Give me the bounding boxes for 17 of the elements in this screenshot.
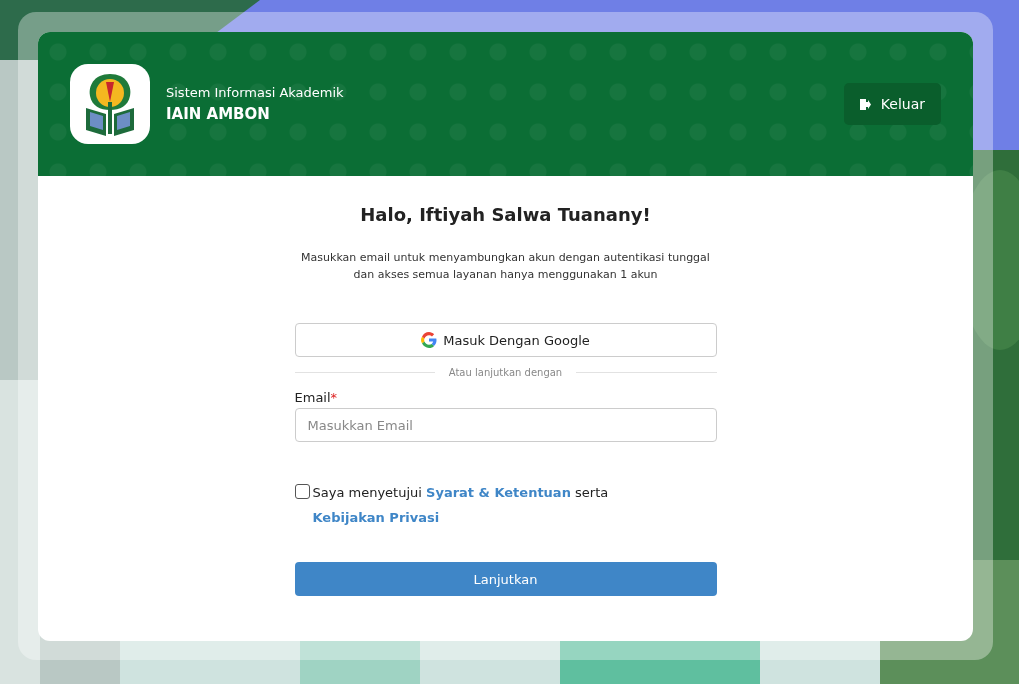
app-subtitle: Sistem Informasi Akademik — [166, 85, 345, 100]
terms-link[interactable]: Kebijakan Privasi — [312, 510, 440, 525]
google-icon — [421, 332, 438, 348]
logout-button[interactable]: Keluar — [843, 83, 941, 125]
greeting-heading: Halo, Iftiyah Salwa Tuanany! — [360, 204, 651, 225]
email-label: Email — [294, 390, 331, 405]
continue-button[interactable]: Lanjutkan — [294, 562, 717, 596]
divider-label: Atau lanjutkan dengan — [448, 367, 563, 378]
google-signin-button[interactable]: Masuk Dengan Google — [294, 323, 717, 357]
agreement-text: Saya menyetujui Syarat & Ketentuan serta Kebijakan Privasi — [312, 484, 610, 527]
app-title: IAIN AMBON — [166, 105, 271, 123]
logout-icon — [859, 98, 871, 110]
required-mark: * — [330, 390, 338, 405]
agreement-checkbox[interactable] — [294, 484, 310, 499]
terms-link[interactable]: Syarat & Ketentuan — [426, 485, 571, 500]
email-field[interactable]: Masukkan Email — [294, 408, 717, 442]
description-text: Masukkan email untuk menyambungkan akun dengan autentikasi tunggal dan akses semua layanan hanya menggunakan 1 akun — [300, 250, 711, 283]
